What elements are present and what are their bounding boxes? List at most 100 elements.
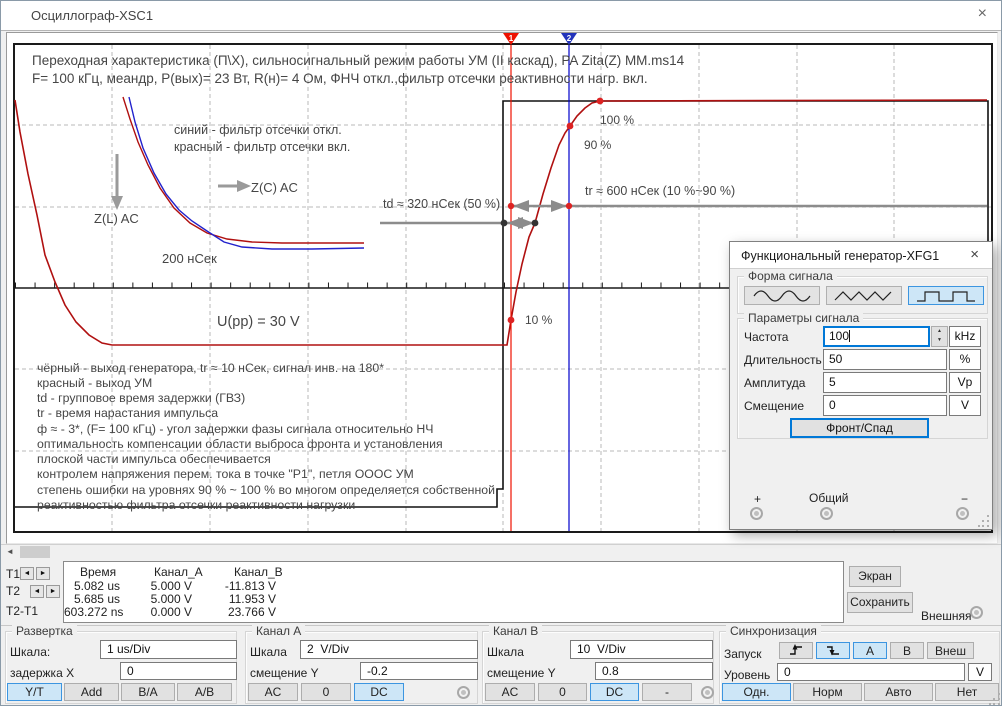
common-terminal-label: Общий bbox=[809, 491, 849, 505]
channel-b-ac-button[interactable]: AC bbox=[485, 683, 535, 701]
tr-dimension-line bbox=[513, 200, 987, 212]
right-arrow-icon bbox=[218, 180, 251, 192]
minus-terminal[interactable] bbox=[956, 507, 969, 520]
ba-button[interactable]: B/A bbox=[121, 683, 175, 701]
note-line: красный - выход УМ bbox=[37, 376, 153, 390]
function-generator-dialog: Функциональный генератор-XFG1 × Форма си… bbox=[729, 241, 993, 530]
t1-time: 5.082 us bbox=[73, 579, 120, 593]
timebase-scale-label: Шкала: bbox=[10, 645, 51, 659]
trigger-source-a-button[interactable]: A bbox=[853, 642, 887, 659]
spin-up-icon[interactable]: ▲ bbox=[932, 327, 947, 336]
channel-b-minus-button[interactable]: - bbox=[642, 683, 692, 701]
waveform-group-title: Форма сигнала bbox=[744, 269, 837, 283]
note-line: td - групповое время задержки (ГВЗ) bbox=[37, 391, 246, 405]
common-terminal[interactable] bbox=[820, 507, 833, 520]
channel-a-offset-field[interactable]: -0.2 bbox=[360, 662, 478, 680]
zl-label: Z(L) AC bbox=[94, 211, 139, 226]
t2-left-button[interactable]: ◄ bbox=[30, 585, 44, 598]
external-trigger-terminal[interactable] bbox=[970, 606, 983, 619]
t2t1-label: T2-T1 bbox=[6, 604, 39, 618]
add-button[interactable]: Add bbox=[64, 683, 119, 701]
offset-label: Смещение bbox=[744, 399, 805, 413]
trigger-auto-button[interactable]: Авто bbox=[864, 683, 933, 701]
channel-a-group-title: Канал А bbox=[252, 624, 306, 638]
amplitude-input[interactable]: 5 bbox=[823, 372, 947, 393]
trigger-level-field[interactable]: 0 bbox=[777, 663, 965, 681]
note-line: tr - время нарастания импульса bbox=[37, 406, 219, 420]
cursor-2-number: 2 bbox=[567, 34, 572, 43]
t2t1-time: 603.272 ns bbox=[64, 605, 124, 619]
channel-b-scale-field[interactable]: 10 V/Div bbox=[570, 640, 713, 659]
falling-edge-button[interactable] bbox=[816, 642, 850, 659]
minus-terminal-label: − bbox=[961, 492, 969, 506]
channel-b-offset-field[interactable]: 0.8 bbox=[595, 662, 713, 680]
col-header-time: Время bbox=[80, 565, 117, 579]
ab-button[interactable]: A/B bbox=[177, 683, 232, 701]
timebase-scale-field[interactable]: 1 us/Div bbox=[100, 640, 237, 659]
plus-terminal[interactable] bbox=[750, 507, 763, 520]
note-line: оптимальность компенсации области выброс… bbox=[37, 437, 443, 451]
duty-label: Длительность bbox=[744, 353, 822, 367]
sine-wave-icon bbox=[753, 289, 811, 302]
scroll-left-icon[interactable]: ◄ bbox=[1, 545, 19, 559]
horizontal-scrollbar[interactable]: ◄ bbox=[1, 544, 1001, 559]
frequency-unit: kHz bbox=[949, 326, 981, 347]
annotation-title-1: Переходная характеристика (П\Х), сильнос… bbox=[32, 53, 685, 68]
trigger-level-label: Уровень bbox=[724, 668, 771, 682]
yt-button[interactable]: Y/T bbox=[7, 683, 62, 701]
plus-terminal-label: + bbox=[754, 492, 762, 506]
dialog-resize-grip[interactable] bbox=[978, 515, 990, 527]
channel-a-ac-button[interactable]: AC bbox=[248, 683, 298, 701]
sine-wave-button[interactable] bbox=[744, 286, 820, 305]
square-wave-button[interactable] bbox=[908, 286, 984, 305]
window-resize-grip[interactable] bbox=[989, 693, 1001, 705]
dialog-close-icon[interactable]: × bbox=[965, 246, 984, 263]
screen-button[interactable]: Экран bbox=[849, 566, 901, 587]
legend-blue: синий - фильтр отсечки откл. bbox=[174, 123, 342, 137]
channel-a-zero-button[interactable]: 0 bbox=[301, 683, 351, 701]
channel-a-terminal[interactable] bbox=[457, 686, 470, 699]
channel-b-dc-button[interactable]: DC bbox=[590, 683, 639, 701]
channel-b-terminal[interactable] bbox=[701, 686, 714, 699]
scrollbar-thumb[interactable] bbox=[20, 546, 50, 558]
parameters-group-title: Параметры сигнала bbox=[744, 311, 864, 325]
falling-edge-icon bbox=[827, 646, 839, 656]
channel-a-scale-field[interactable]: 2 V/Div bbox=[300, 640, 478, 659]
note-line: ф ≈ - 3*, (F= 100 кГц) - угол задержки ф… bbox=[37, 422, 434, 436]
zc-label: Z(C) AC bbox=[251, 180, 298, 195]
t1-left-button[interactable]: ◄ bbox=[20, 567, 34, 580]
channel-b-scale-label: Шкала bbox=[487, 645, 524, 659]
trigger-source-b-button[interactable]: B bbox=[890, 642, 924, 659]
p100-label: 100 % bbox=[600, 113, 635, 127]
duty-input[interactable]: 50 bbox=[823, 349, 947, 370]
trigger-single-button[interactable]: Одн. bbox=[722, 683, 791, 701]
edge-settings-button[interactable]: Фронт/Спад bbox=[790, 418, 929, 438]
annotation-title-2: F= 100 кГц, меандр, P(вых)= 23 Вт, R(н)=… bbox=[32, 71, 648, 86]
trigger-normal-button[interactable]: Норм bbox=[793, 683, 862, 701]
duty-unit: % bbox=[949, 349, 981, 370]
note-line: реактивностью фильтра отсечки реактивнос… bbox=[37, 498, 356, 512]
triangle-wave-button[interactable] bbox=[826, 286, 902, 305]
inset-red-curve bbox=[122, 96, 364, 244]
t2t1-a: 0.000 V bbox=[150, 605, 192, 619]
inset-blue-curve bbox=[128, 96, 365, 250]
spin-down-icon[interactable]: ▼ bbox=[932, 336, 947, 345]
rising-edge-button[interactable] bbox=[779, 642, 813, 659]
red-marker-dots bbox=[507, 97, 604, 324]
close-icon[interactable]: × bbox=[972, 5, 993, 23]
offset-input[interactable]: 0 bbox=[823, 395, 947, 416]
save-button[interactable]: Сохранить bbox=[847, 592, 913, 613]
tr-label: tr ≈ 600 нСек (10 %~90 %) bbox=[585, 184, 736, 198]
title-bar[interactable]: Осциллограф-XSC1 × bbox=[1, 1, 1001, 31]
channel-b-zero-button[interactable]: 0 bbox=[538, 683, 587, 701]
t1-right-button[interactable]: ► bbox=[36, 567, 50, 580]
channel-a-dc-button[interactable]: DC bbox=[354, 683, 404, 701]
trigger-source-ext-button[interactable]: Внеш bbox=[927, 642, 974, 659]
timebase-xpos-field[interactable]: 0 bbox=[120, 662, 237, 680]
frequency-input[interactable]: 100 bbox=[823, 326, 930, 347]
t2-label: T2 bbox=[6, 584, 21, 598]
t2-right-button[interactable]: ► bbox=[46, 585, 60, 598]
frequency-spinner[interactable]: ▲ ▼ bbox=[931, 326, 948, 347]
p10-label: 10 % bbox=[525, 313, 553, 327]
channel-b-group-title: Канал B bbox=[489, 624, 543, 638]
